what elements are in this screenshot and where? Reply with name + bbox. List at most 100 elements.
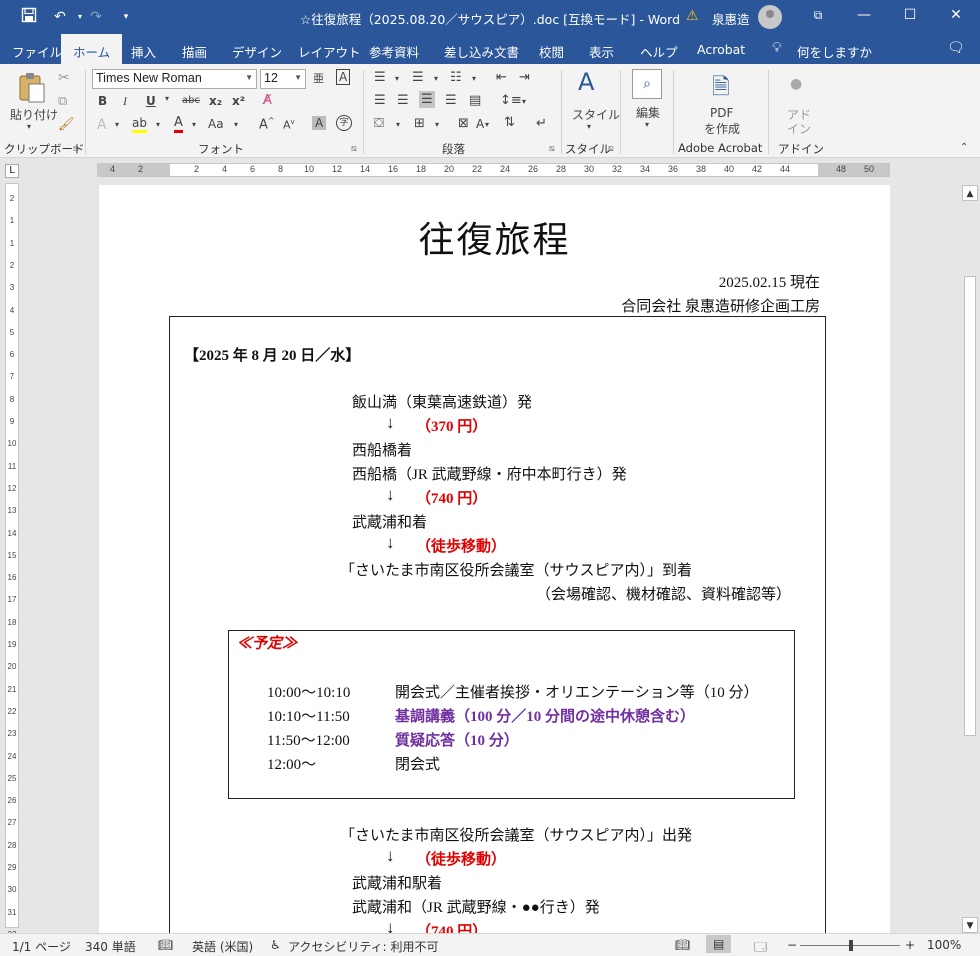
chevron-down-icon[interactable]: ▼	[294, 73, 302, 82]
asian-layout-dropdown-icon[interactable]: ▾	[485, 120, 489, 129]
accessibility-label[interactable]: アクセシビリティ: 利用不可	[288, 938, 439, 955]
minimize-icon[interactable]: —	[841, 0, 887, 30]
change-case-dropdown-icon[interactable]: ▾	[234, 120, 238, 129]
user-name[interactable]: 泉惠造	[712, 9, 750, 28]
paragraph-launcher-icon[interactable]: ⧅	[549, 144, 555, 154]
tab-draw[interactable]: 描画	[182, 42, 207, 61]
ribbon-display-icon[interactable]: ⧉	[795, 0, 841, 30]
change-case-icon[interactable]: Aa	[208, 117, 224, 131]
grow-font-icon[interactable]: A^	[259, 116, 275, 132]
customize-qat-icon[interactable]: ▾	[116, 7, 136, 27]
borders-dropdown-icon[interactable]: ▾	[435, 120, 439, 129]
tab-design[interactable]: デザイン	[232, 42, 282, 61]
subscript-icon[interactable]: x₂	[209, 94, 222, 108]
cut-icon[interactable]: ✂	[58, 70, 70, 86]
tab-selector-icon[interactable]: L	[5, 164, 19, 178]
vertical-ruler[interactable]: 2 1 1 2 3 4 5 6 7 8 9 10 11 12 13 14 15 16 17 18 19 20 21 22 23 2…	[5, 183, 19, 939]
tab-file[interactable]: ファイル	[12, 42, 62, 61]
zoom-out-icon[interactable]: −	[787, 938, 797, 952]
close-icon[interactable]: ✕	[933, 0, 979, 30]
comments-icon[interactable]: 🗨︎	[947, 40, 965, 56]
clear-formatting-icon[interactable]: A̸	[263, 93, 272, 108]
paste-dropdown-icon[interactable]: ▾	[27, 122, 31, 131]
zoom-in-icon[interactable]: +	[905, 938, 915, 952]
scroll-down-icon[interactable]: ▼	[962, 917, 978, 933]
bold-icon[interactable]: B	[98, 94, 107, 108]
distributed-icon[interactable]: ▤	[469, 93, 481, 108]
asian-layout-icon[interactable]: ⊠	[458, 116, 469, 131]
align-right-icon[interactable]: ☰	[419, 91, 435, 108]
pdf-create-line1[interactable]: PDF	[710, 106, 733, 120]
word-count[interactable]: 340 単語	[85, 938, 136, 955]
avatar[interactable]	[758, 5, 782, 29]
web-layout-icon[interactable]: 🗔︎	[754, 938, 767, 956]
tell-me-search[interactable]: 何をしますか	[797, 42, 872, 61]
clipboard-launcher-icon[interactable]: ⧅	[73, 144, 79, 154]
undo-icon[interactable]: ↶	[50, 7, 70, 27]
style-launcher-icon[interactable]: ⧅	[608, 144, 614, 154]
tab-review[interactable]: 校閲	[539, 42, 564, 61]
line-spacing-icon[interactable]: ↕≡	[500, 93, 522, 108]
language-label[interactable]: 英語 (米国)	[192, 938, 253, 955]
strikethrough-icon[interactable]: abc	[182, 95, 200, 106]
multilevel-dropdown-icon[interactable]: ▾	[472, 74, 476, 83]
tab-acrobat[interactable]: Acrobat	[697, 42, 745, 57]
tab-layout[interactable]: レイアウト	[298, 42, 361, 61]
bullets-dropdown-icon[interactable]: ▾	[395, 74, 399, 83]
search-icon[interactable]: ⌕	[632, 69, 662, 99]
tab-help[interactable]: ヘルプ	[640, 42, 678, 61]
sort-icon[interactable]: ⇅	[504, 115, 515, 130]
proofing-icon[interactable]: 📖︎	[158, 938, 173, 952]
zoom-slider-thumb[interactable]	[849, 940, 853, 951]
styles-dropdown-icon[interactable]: ▾	[587, 122, 591, 131]
edit-dropdown-icon[interactable]: ▾	[645, 120, 649, 129]
vertical-scrollbar[interactable]: ▲ ▼	[962, 185, 978, 933]
font-size-box[interactable]: 12 ▼	[260, 69, 306, 89]
highlight-dropdown-icon[interactable]: ▾	[156, 120, 160, 129]
warning-icon[interactable]: ⚠	[686, 8, 699, 24]
redo-icon[interactable]: ↷	[86, 7, 106, 27]
print-layout-icon[interactable]: ▤	[706, 935, 732, 953]
scroll-up-icon[interactable]: ▲	[962, 185, 978, 201]
show-marks-icon[interactable]: ↵	[536, 116, 547, 131]
line-spacing-dropdown-icon[interactable]: ▾	[522, 97, 526, 106]
multilevel-list-icon[interactable]: ☷	[450, 70, 462, 85]
font-name-box[interactable]: Times New Roman ▼	[92, 69, 257, 89]
numbering-icon[interactable]: ☰	[412, 70, 424, 85]
increase-indent-icon[interactable]: ⇥	[519, 70, 530, 85]
collapse-ribbon-icon[interactable]: ⌃	[960, 142, 968, 153]
chevron-down-icon[interactable]: ▼	[245, 73, 253, 82]
pdf-create-line2[interactable]: を作成	[704, 120, 740, 137]
edit-button[interactable]: 編集	[636, 104, 660, 121]
decrease-indent-icon[interactable]: ⇤	[496, 70, 507, 85]
save-icon[interactable]	[19, 7, 39, 27]
bullets-icon[interactable]: ☰	[374, 70, 386, 85]
shading-icon[interactable]: ⛋	[374, 116, 384, 131]
underline-dropdown-icon[interactable]: ▾	[165, 94, 169, 103]
align-left-icon[interactable]: ☰	[374, 93, 386, 108]
addin-icon[interactable]: ●	[790, 76, 802, 92]
phonetic-guide-icon[interactable]: 亜	[313, 70, 324, 86]
scroll-thumb[interactable]	[964, 276, 976, 736]
asian-layout-aa-icon[interactable]: A	[476, 117, 484, 131]
accessibility-icon[interactable]: ♿︎	[270, 938, 281, 952]
read-mode-icon[interactable]: 📖︎	[675, 938, 690, 952]
tab-insert[interactable]: 挿入	[131, 42, 156, 61]
superscript-icon[interactable]: x²	[232, 94, 245, 108]
document-page[interactable]: 往復旅程 2025.02.15 現在 合同会社 泉惠造研修企画工房 【2025 …	[99, 185, 890, 933]
addin-line2[interactable]: イン	[787, 120, 811, 137]
tab-view[interactable]: 表示	[589, 42, 614, 61]
char-shading-icon[interactable]: A	[312, 116, 327, 130]
shrink-font-icon[interactable]: Av	[283, 118, 295, 132]
numbering-dropdown-icon[interactable]: ▾	[434, 74, 438, 83]
align-center-icon[interactable]: ☰	[397, 93, 409, 108]
italic-icon[interactable]: I	[123, 94, 127, 109]
font-launcher-icon[interactable]: ⧅	[351, 144, 357, 154]
shading-dropdown-icon[interactable]: ▾	[396, 120, 400, 129]
format-painter-icon[interactable]: 🖌︎	[58, 117, 75, 132]
enclose-char-icon[interactable]: 字	[336, 115, 352, 131]
tab-home[interactable]: ホーム	[61, 34, 123, 64]
page-count[interactable]: 1/1 ページ	[12, 938, 71, 955]
justify-icon[interactable]: ☰	[445, 93, 457, 108]
text-effects-icon[interactable]: A	[97, 117, 107, 133]
